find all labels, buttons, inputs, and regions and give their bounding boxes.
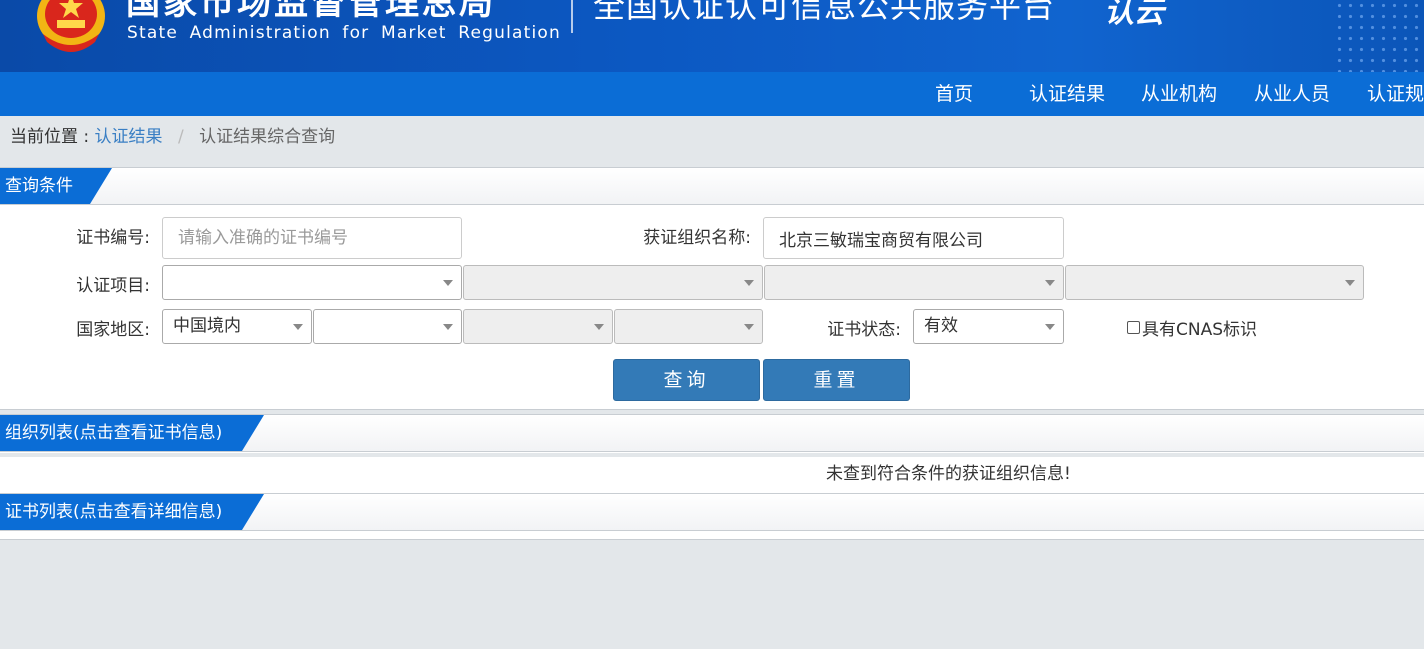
nav-personnel[interactable]: 从业人员 [1254,72,1330,116]
cert-no-label: 证书编号: [76,228,150,248]
project-select-2 [463,265,763,300]
org-list-panel: 组织列表(点击查看证书信息) 未查到符合条件的获证组织信息! [0,414,1424,494]
breadcrumb-current: 认证结果综合查询 [199,127,336,147]
status-select-value: 有效 [924,316,958,336]
chevron-down-icon [1045,280,1055,286]
breadcrumb-separator: / [177,127,184,147]
logo-text: 认云 [1104,0,1167,30]
chevron-down-icon [594,324,604,330]
agency-name-en: State Administration for Market Regulati… [127,23,561,43]
status-label: 证书状态: [827,320,901,340]
nav-home[interactable]: 首页 [935,72,973,116]
org-list-section-title: 组织列表(点击查看证书信息) [0,415,264,451]
renzheng-cloud-logo: 认云 [1104,0,1167,30]
project-label: 认证项目: [76,276,150,296]
platform-title: 全国认证认可信息公共服务平台 [593,0,1056,25]
cnas-label: 具有CNAS标识 [1142,320,1258,340]
chevron-down-icon [1345,280,1355,286]
query-button[interactable]: 查询 [613,359,760,401]
cert-list-panel: 证书列表(点击查看详细信息) [0,493,1424,540]
chevron-down-icon [293,324,303,330]
main-nav: 首页 认证结果 从业机构 从业人员 认证规 [0,72,1424,116]
breadcrumb-label: 当前位置 : [10,127,90,147]
project-select-3 [764,265,1064,300]
org-list-empty-message: 未查到符合条件的获证组织信息! [826,464,1071,484]
cert-no-input[interactable] [162,217,462,259]
dot-pattern-decoration [1334,0,1424,72]
nav-cert-results[interactable]: 认证结果 [1029,72,1105,116]
breadcrumb-link-cert-results[interactable]: 认证结果 [95,127,163,147]
national-emblem-icon [37,0,105,52]
region-select-province[interactable] [313,309,462,344]
org-list-section-header: 组织列表(点击查看证书信息) [0,415,1424,452]
region-select-city [463,309,613,344]
status-select[interactable]: 有效 [913,309,1064,344]
query-panel: 查询条件 证书编号: 获证组织名称: 认证项目: 国家地区: 中国境内 证书状态… [0,167,1424,410]
cert-list-section-header: 证书列表(点击查看详细信息) [0,494,1424,531]
chevron-down-icon [443,280,453,286]
site-header: 国家市场监督管理总局 State Administration for Mark… [0,0,1424,72]
org-list-gap [0,453,1424,457]
chevron-down-icon [744,280,754,286]
region-label: 国家地区: [76,320,150,340]
nav-institutions[interactable]: 从业机构 [1141,72,1217,116]
region-select-district [614,309,763,344]
chevron-down-icon [443,324,453,330]
query-section-header: 查询条件 [0,168,1424,205]
org-name-input[interactable] [763,217,1064,259]
reset-button[interactable]: 重置 [763,359,910,401]
project-select-4 [1065,265,1364,300]
cert-list-section-title: 证书列表(点击查看详细信息) [0,494,264,530]
nav-cert-rules[interactable]: 认证规 [1367,72,1424,116]
chevron-down-icon [1045,324,1055,330]
region-select-value: 中国境内 [173,316,241,336]
project-select-1[interactable] [162,265,462,300]
chevron-down-icon [744,324,754,330]
breadcrumb: 当前位置 : 认证结果 / 认证结果综合查询 [10,126,335,148]
region-select-country[interactable]: 中国境内 [162,309,312,344]
cnas-checkbox[interactable] [1127,321,1140,334]
header-divider [571,0,573,33]
query-section-title: 查询条件 [0,168,112,204]
org-name-label: 获证组织名称: [643,228,751,248]
